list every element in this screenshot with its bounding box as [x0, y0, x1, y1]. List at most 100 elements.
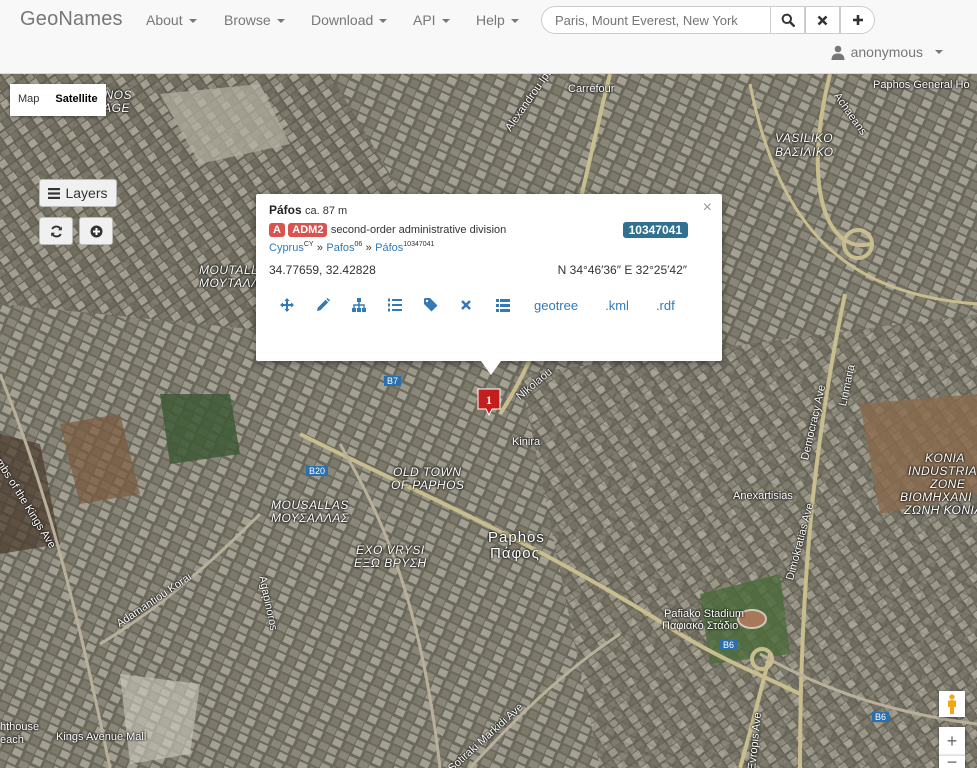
map-label-zoni: ΖΩΝΗ ΚΟΝΙΑ: [904, 503, 977, 517]
geotree-link[interactable]: geotree: [534, 298, 578, 313]
coordinates-dms: N 34°46′36″ E 32°25′42″: [557, 263, 687, 277]
hierarchy-country-code: CY: [303, 241, 314, 248]
clear-button[interactable]: [805, 6, 840, 34]
map-label-lighthouse: hthouse: [0, 721, 40, 733]
map-label-stadium-gr: Παφιακό Στάδιο: [662, 620, 739, 632]
search-input[interactable]: [541, 6, 770, 34]
map-label-kings-mall: Kings Avenue Mall: [56, 731, 147, 743]
caret-down-icon: [379, 19, 388, 23]
caret-down-icon: [935, 50, 943, 54]
user-icon: [831, 45, 845, 60]
map-label-moutall-gr: ΜΟΥΤΑΛΛ: [199, 276, 260, 290]
plus-circle-icon: [90, 225, 102, 237]
place-elevation: ca. 87 m: [305, 205, 348, 217]
road-shield-b6: B6: [720, 640, 738, 650]
geonameid-badge[interactable]: 10347041: [622, 222, 688, 238]
refresh-button[interactable]: [39, 217, 73, 245]
map-label-anexartisias: Anexartisias: [733, 490, 793, 502]
popup-actions: geotree .kml .rdf: [280, 296, 702, 314]
menu-help-label: Help: [476, 12, 505, 28]
road-shield-b7: B7: [384, 376, 402, 386]
zoom-in-icon: +: [946, 730, 958, 751]
brand-logo[interactable]: GeoNames: [20, 8, 123, 31]
menu-browse-label: Browse: [224, 12, 271, 28]
map-label-mousallas-gr: ΜΟΥΣΑΛΛΑΣ: [271, 511, 349, 525]
map-label-paphos-gr: Πάφος: [490, 545, 540, 562]
menu-download[interactable]: Download: [311, 12, 388, 28]
map-label-mousallas: MOUSALLAS: [271, 498, 349, 512]
map-label-moutall: MOUTALL: [199, 263, 259, 277]
user-menu[interactable]: anonymous: [831, 44, 943, 60]
kml-link[interactable]: .kml: [605, 298, 629, 313]
hierarchy-separator: »: [365, 242, 372, 254]
caret-down-icon: [441, 19, 450, 23]
map-label-hospital: Paphos General Ho: [873, 79, 970, 91]
add-layer-button[interactable]: [79, 217, 113, 245]
edit-icon[interactable]: [316, 296, 352, 314]
move-icon[interactable]: [280, 296, 316, 314]
menu-api-label: API: [413, 12, 436, 28]
menu-download-label: Download: [311, 12, 374, 28]
add-button[interactable]: [840, 6, 875, 34]
map-label-industrial: INDUSTRIA: [908, 464, 977, 478]
list-icon[interactable]: [496, 296, 532, 314]
layers-label: Layers: [65, 185, 108, 201]
refresh-icon: [50, 225, 62, 237]
rdf-link[interactable]: .rdf: [656, 298, 675, 313]
map-label-carrefour: Carrefour: [568, 83, 615, 95]
map-label-vasiliko-gr: ΒΑΣΙΛΙΚΟ: [775, 145, 834, 159]
search-button[interactable]: [770, 6, 805, 34]
map-label-exo-vrysi-gr: ΕΞΩ ΒΡΥΣΗ: [354, 556, 427, 570]
place-popup: × Páfos ca. 87 m A ADM2 second-order adm…: [256, 194, 722, 375]
pegman-icon: [948, 694, 956, 714]
map-marker-icon[interactable]: 1: [477, 388, 501, 416]
zoom-in-button[interactable]: +: [939, 727, 965, 755]
menu-help[interactable]: Help: [476, 12, 519, 28]
map-type-map-button[interactable]: Map: [10, 84, 47, 116]
road-shield-b20: B20: [306, 466, 329, 476]
hierarchy-icon[interactable]: [352, 296, 388, 314]
map-label-kinira: Kinira: [512, 436, 541, 448]
street-view-pegman[interactable]: [939, 691, 965, 717]
menu-about[interactable]: About: [146, 12, 197, 28]
satellite-imagery: [0, 74, 977, 768]
popup-close-button[interactable]: ×: [703, 199, 712, 217]
place-name[interactable]: Páfos: [269, 203, 302, 217]
map-type-satellite-button[interactable]: Satellite: [47, 84, 105, 116]
delete-icon[interactable]: [460, 296, 496, 314]
map-label-viomichani: ΒΙΟΜΗΧΑΝΙ: [900, 490, 972, 504]
feature-code-badge: ADM2: [288, 223, 328, 237]
map-label-konia: KONIA: [925, 451, 965, 465]
menu-api[interactable]: API: [413, 12, 450, 28]
list-icon: [48, 187, 61, 199]
feature-class-badge: A: [269, 223, 285, 237]
plus-icon: [852, 15, 863, 25]
tags-icon[interactable]: [424, 296, 460, 314]
caret-down-icon: [510, 19, 519, 23]
hierarchy-place-link[interactable]: Páfos: [375, 242, 403, 254]
menu-about-label: About: [146, 12, 183, 28]
username: anonymous: [850, 44, 923, 60]
coordinates-decimal: 34.77659, 32.42828: [269, 263, 376, 277]
zoom-out-icon: −: [946, 755, 958, 768]
top-navbar: GeoNames About Browse Download API Help …: [0, 0, 977, 74]
map-canvas[interactable]: Carrefour Paphos General Ho VASILIKO ΒΑΣ…: [0, 74, 977, 768]
hierarchy-country-link[interactable]: Cyprus: [269, 242, 304, 254]
marker-label: 1: [486, 393, 492, 407]
hierarchy-district-link[interactable]: Pafos: [326, 242, 354, 254]
map-label-of-paphos: OF PAPHOS: [391, 478, 465, 492]
hierarchy-place-id: 10347041: [403, 241, 435, 248]
feature-description: second-order administrative division: [330, 224, 507, 236]
map-label-beach: each: [0, 734, 24, 746]
map-label-zone: ZONE: [930, 477, 966, 491]
hierarchy-district-code: 06: [354, 241, 363, 248]
menu-browse[interactable]: Browse: [224, 12, 285, 28]
layers-button[interactable]: Layers: [39, 179, 117, 207]
zoom-out-button[interactable]: −: [939, 755, 965, 768]
map-type-toggle: Map Satellite: [10, 84, 106, 116]
map-label-paphos: Paphos: [488, 529, 545, 546]
map-label-vasiliko: VASILIKO: [775, 131, 834, 145]
hierarchy-separator: »: [316, 242, 324, 254]
ordered-list-icon[interactable]: [388, 296, 424, 314]
map-label-old-town: OLD TOWN: [393, 465, 462, 479]
